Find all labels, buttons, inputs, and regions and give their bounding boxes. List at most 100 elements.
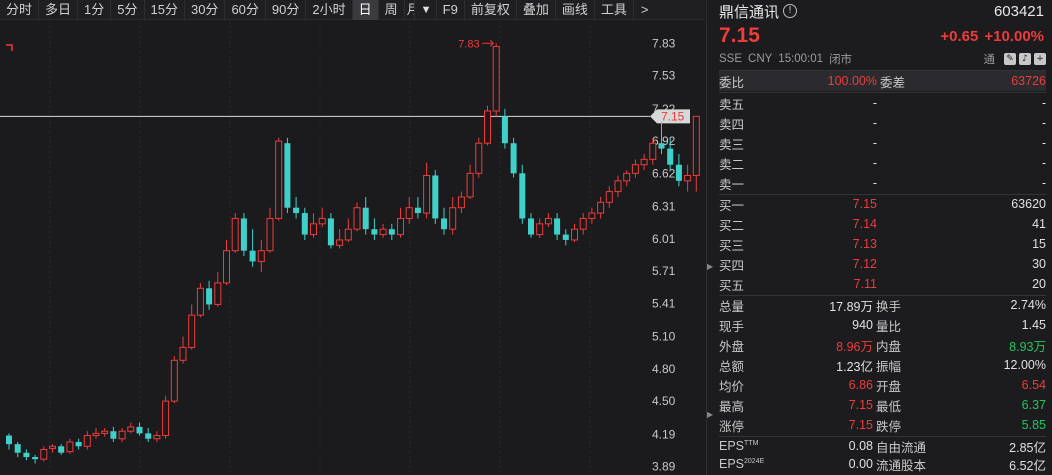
candle-body: [40, 449, 48, 460]
candle-body: [66, 441, 74, 453]
bid-row: 买四 7.12 30: [719, 254, 1046, 274]
f9-button[interactable]: F9: [437, 0, 465, 20]
stat-label: 开盘: [876, 379, 902, 394]
price-axis-label: 4.19: [652, 427, 676, 441]
price-axis-label: 5.41: [652, 296, 676, 310]
ask-level-label: 卖二: [719, 157, 745, 172]
candle-body: [257, 250, 265, 262]
eps-row: EPS2024E 0.00 流通股本 6.52亿: [719, 455, 1046, 473]
candle-body: [110, 431, 117, 439]
tools-button[interactable]: 工具: [595, 0, 634, 20]
corner-mark-icon: [6, 44, 13, 51]
candle-body: [101, 430, 109, 434]
candle-body: [49, 445, 56, 449]
ask-volume: -: [1041, 176, 1046, 190]
quote-panel: 鼎信通讯 ! 603421 7.15 +0.65 +10.00% SSE CNY…: [706, 0, 1052, 475]
stat-row: 最高 7.15 最低 6.37: [719, 395, 1046, 415]
eps-label: EPSTTM: [719, 439, 759, 453]
bid-volume: 63620: [1011, 197, 1046, 211]
stat-row: 均价 6.86 开盘 6.54: [719, 375, 1046, 395]
current-price-tag-text: 7.15: [661, 109, 685, 123]
candle-body: [266, 217, 274, 252]
stat-value: 5.85: [1021, 418, 1046, 432]
tab-monthly[interactable]: 月: [405, 0, 415, 20]
price-axis-label: 6.62: [652, 166, 676, 180]
edit-icon[interactable]: ✎: [1004, 53, 1016, 65]
stat-value: 17.89万: [829, 299, 873, 314]
panel-collapse-icon[interactable]: ▶: [707, 262, 715, 271]
price-axis-label: 5.71: [652, 264, 676, 278]
bid-price: 7.15: [852, 197, 877, 211]
info-icon[interactable]: !: [783, 4, 798, 18]
weicha-value: 63726: [1011, 74, 1046, 88]
stat-row: 总额 1.23亿 振幅 12.00%: [719, 355, 1046, 375]
tab-daily[interactable]: 日: [352, 0, 379, 20]
candle-body: [501, 116, 508, 144]
tab-5min[interactable]: 5分: [111, 0, 145, 20]
connect-label: 通: [983, 54, 996, 66]
candle-body: [327, 218, 334, 246]
stat-label: 最高: [719, 399, 745, 414]
candle-body: [6, 435, 12, 445]
kline-chart[interactable]: 7.83 7.53 7.22 6.92 6.62 6.31 6.01 5.71 5.41 5.10…: [0, 21, 705, 475]
candle-body: [658, 143, 665, 149]
alert-bell-icon[interactable]: ♪: [1019, 53, 1031, 65]
draw-line-button[interactable]: 画线: [556, 0, 595, 20]
price-change-pct: +10.00%: [984, 27, 1044, 45]
candle-body: [614, 180, 622, 193]
tab-1min[interactable]: 1分: [78, 0, 112, 20]
price-axis-label: 4.80: [652, 362, 676, 376]
price-axis-label: 6.31: [652, 200, 676, 214]
bid-volume: 41: [1032, 217, 1046, 231]
stat-value: 1.23亿: [836, 359, 873, 374]
candle-body: [675, 164, 682, 181]
float-label: 流通股本: [876, 458, 927, 473]
bid-price: 7.13: [852, 237, 877, 251]
price-axis-label: 3.89: [652, 460, 676, 474]
tab-30min[interactable]: 30分: [185, 0, 226, 20]
float-label: 自由流通: [876, 440, 927, 455]
eps-value: 0.00: [848, 457, 873, 471]
adjust-button[interactable]: 前复权: [465, 0, 517, 20]
candle-body: [449, 207, 457, 230]
candle-body: [588, 212, 596, 219]
bid-volume: 20: [1032, 277, 1046, 291]
tab-weekly[interactable]: 周: [379, 0, 405, 20]
candle-body: [127, 426, 135, 432]
eps-row: EPSTTM 0.08 自由流通 2.85亿: [719, 437, 1046, 455]
stat-value: 1.45: [1021, 318, 1046, 332]
add-icon[interactable]: +: [1034, 53, 1046, 65]
stat-label: 换手: [876, 299, 902, 314]
candle-body: [214, 282, 222, 305]
candle-body: [597, 201, 605, 214]
bid-price: 7.12: [852, 257, 877, 271]
bid-volume: 30: [1032, 257, 1046, 271]
toolbar-next-icon[interactable]: >: [634, 0, 656, 20]
tab-15min[interactable]: 15分: [145, 0, 185, 20]
bid-price: 7.14: [852, 217, 877, 231]
overlay-button[interactable]: 叠加: [517, 0, 556, 20]
ask-level-label: 卖三: [719, 137, 745, 152]
market-status: 闭市: [829, 54, 853, 66]
eps-value: 0.08: [848, 439, 873, 453]
bid-level-label: 买二: [719, 218, 745, 233]
period-dropdown-icon[interactable]: ▼: [415, 0, 437, 20]
stat-value: 7.15: [848, 418, 873, 432]
candle-body: [397, 217, 404, 236]
exchange-label: SSE: [719, 53, 743, 65]
bid-price: 7.11: [853, 277, 877, 291]
price-axis-label: 7.83: [652, 36, 676, 50]
tab-90min[interactable]: 90分: [266, 0, 307, 20]
tab-60min[interactable]: 60分: [225, 0, 266, 20]
tab-intraday[interactable]: 分时: [0, 0, 40, 20]
candle-body: [23, 452, 30, 458]
tab-multi-day[interactable]: 多日: [39, 0, 79, 20]
ask-row: 卖三 - -: [719, 133, 1046, 153]
ask-level-label: 卖一: [719, 177, 745, 192]
ask-level-label: 卖五: [719, 97, 745, 112]
candle-body: [631, 164, 639, 174]
stat-label: 涨停: [719, 419, 745, 434]
price-axis-label: 5.10: [652, 330, 676, 344]
panel-collapse-icon-2[interactable]: ▶: [707, 410, 715, 419]
tab-2hour[interactable]: 2小时: [306, 0, 353, 20]
